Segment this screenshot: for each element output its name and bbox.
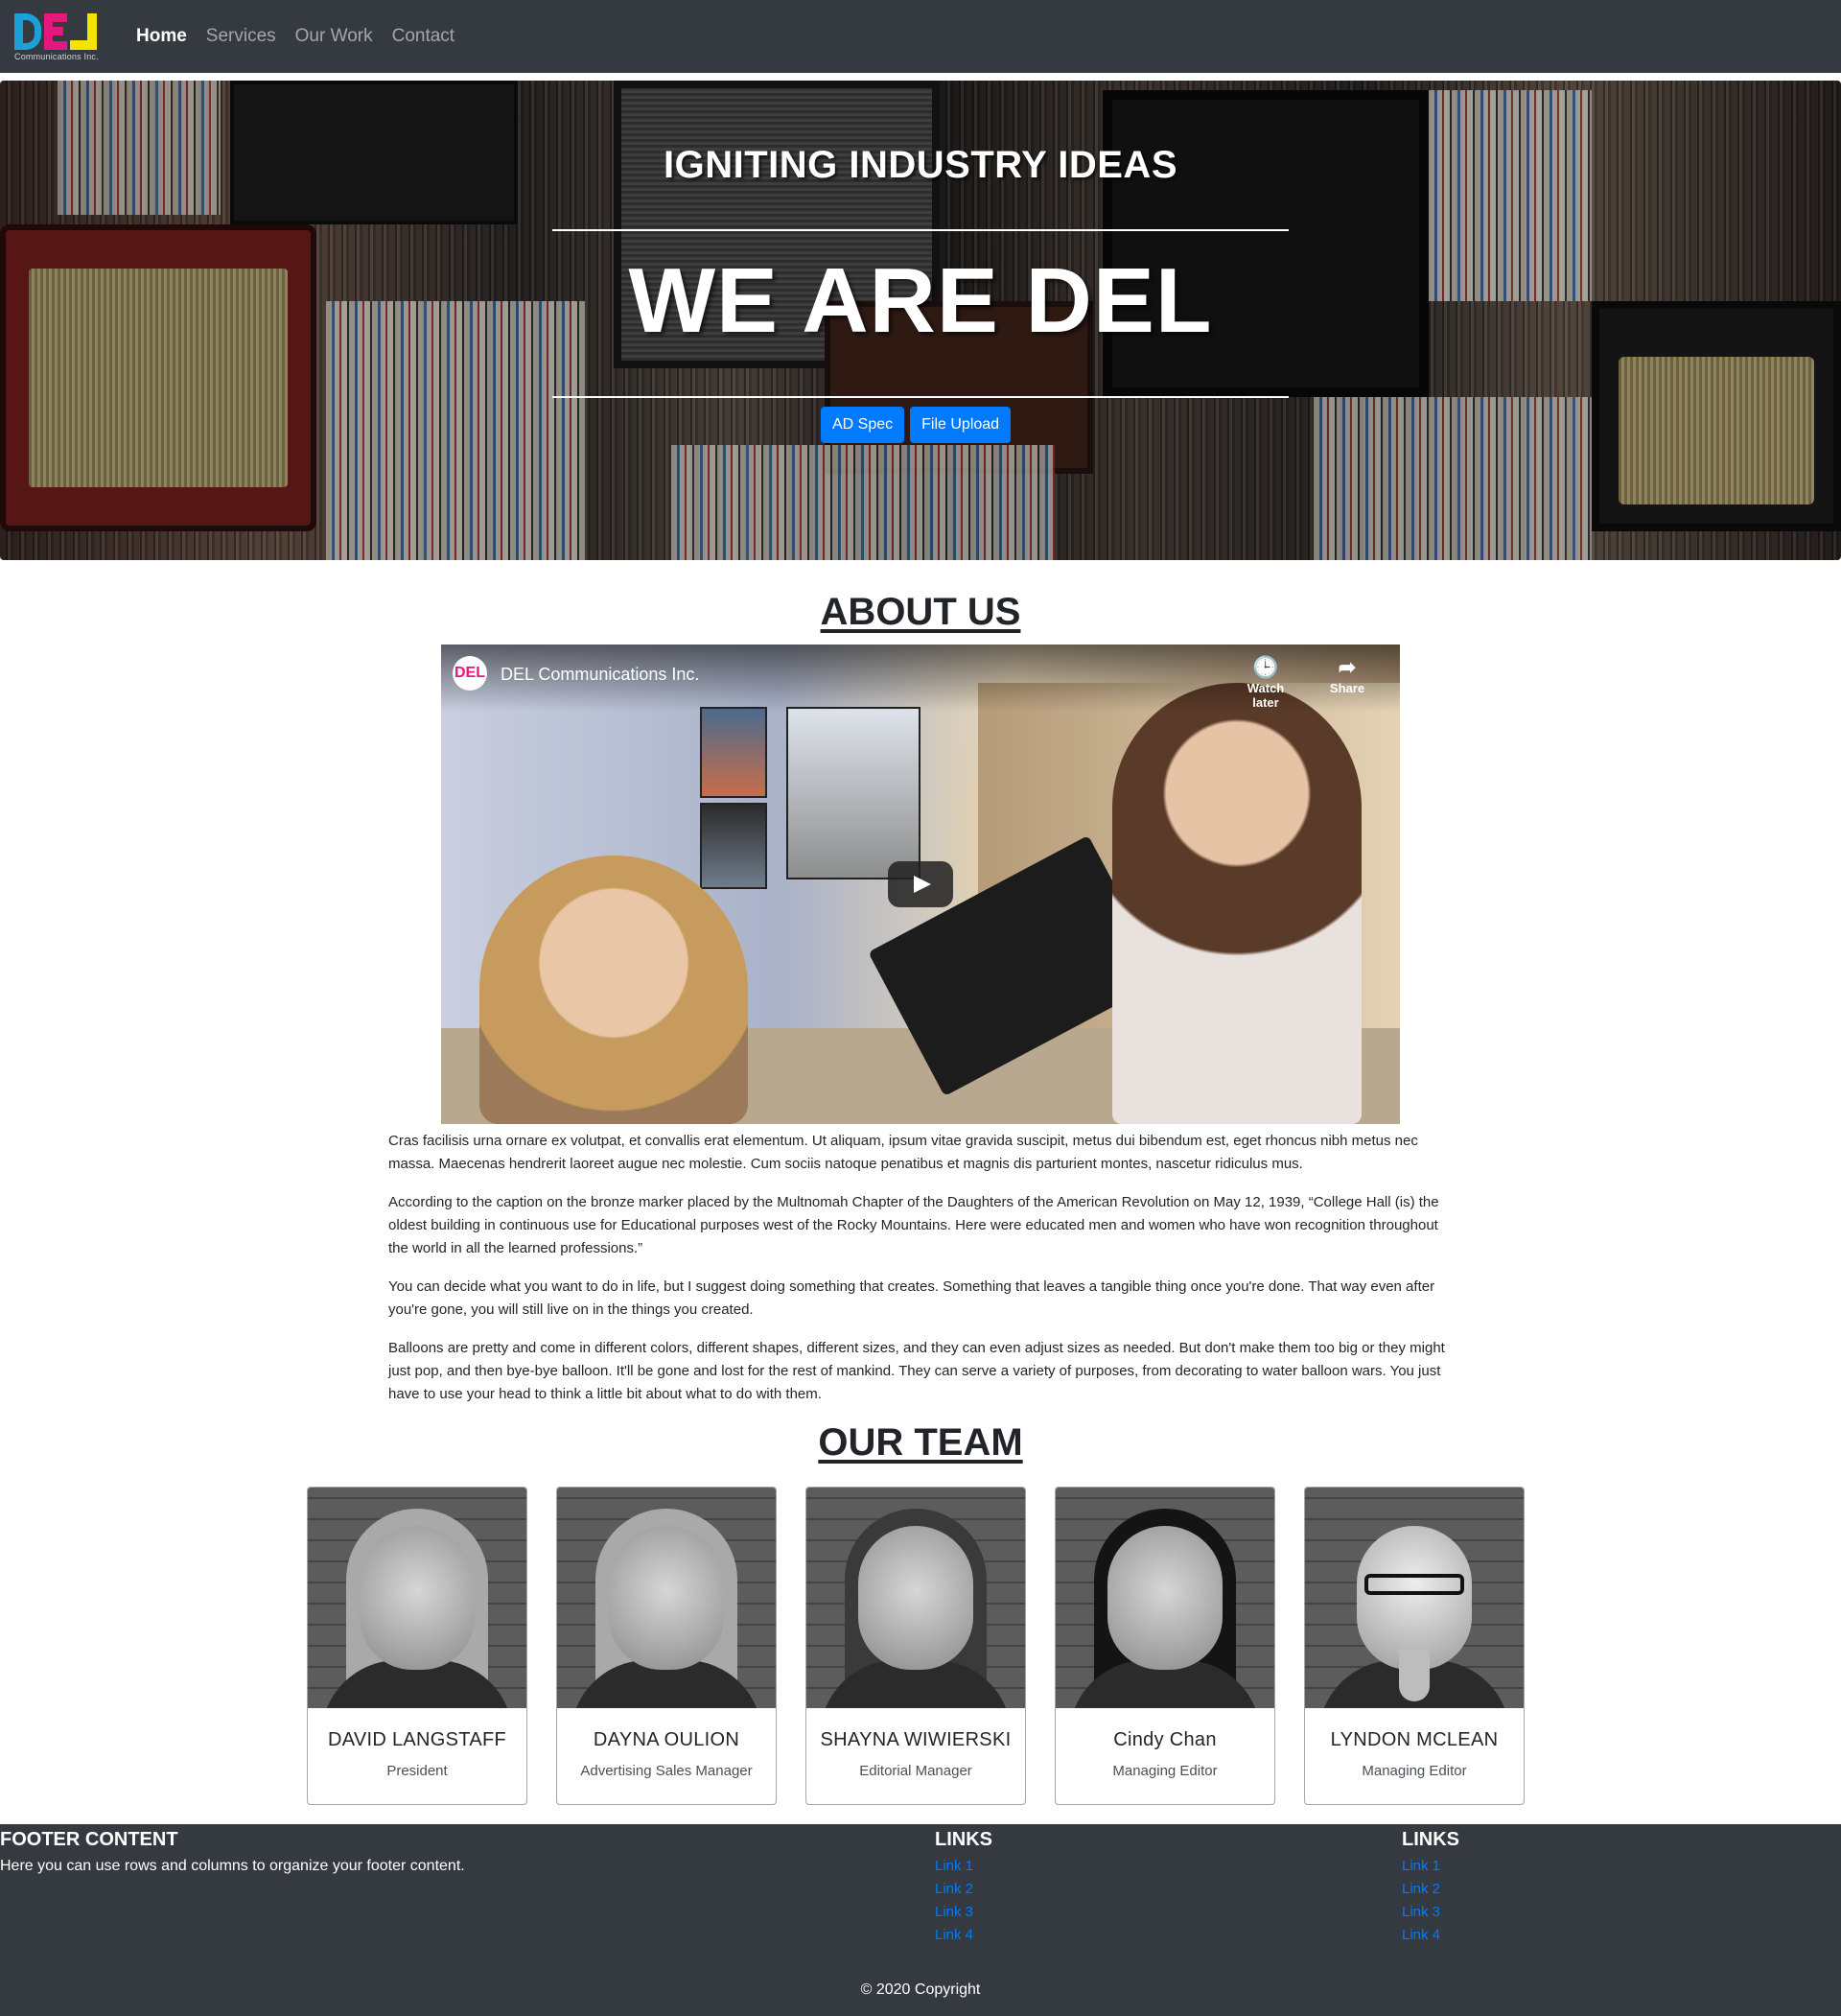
share-icon: ➦ <box>1338 655 1357 679</box>
footer-link[interactable]: Link 4 <box>1402 1924 1459 1947</box>
logo-letter-d <box>14 13 41 50</box>
team-cards: DAVID LANGSTAFF President DAYNA OULION A… <box>307 1487 1525 1805</box>
team-member-role: Advertising Sales Manager <box>580 1763 753 1779</box>
play-icon[interactable] <box>888 861 953 907</box>
team-card: LYNDON MCLEAN Managing Editor <box>1304 1487 1525 1805</box>
hero-title: WE ARE DEL <box>628 249 1213 352</box>
footer-link[interactable]: Link 1 <box>1402 1855 1459 1878</box>
footer-links-column: LINKS Link 1 Link 2 Link 3 Link 4 <box>935 1824 992 1947</box>
video-title[interactable]: DEL Communications Inc. <box>501 665 699 685</box>
team-member-name: SHAYNA WIWIERSKI <box>820 1729 1012 1750</box>
copyright-text: © 2020 Copyright <box>860 1981 981 1998</box>
nav-services[interactable]: Services <box>206 26 276 47</box>
footer-heading: FOOTER CONTENT <box>0 1829 178 1850</box>
page-footer: FOOTER CONTENT Here you can use rows and… <box>0 1824 1841 2016</box>
about-heading: ABOUT US <box>820 591 1021 633</box>
video-frame-poster <box>700 803 767 889</box>
footer-link[interactable]: Link 1 <box>935 1855 992 1878</box>
team-member-role: Editorial Manager <box>859 1763 972 1779</box>
team-member-photo <box>1056 1488 1274 1708</box>
nav-home[interactable]: Home <box>136 26 187 47</box>
about-body: Cras facilisis urna ornare ex volutpat, … <box>388 1130 1453 1421</box>
about-paragraph: Cras facilisis urna ornare ex volutpat, … <box>388 1133 1418 1172</box>
clock-icon: 🕒 <box>1252 655 1279 679</box>
channel-avatar[interactable]: DEL <box>453 656 487 691</box>
share-label: Share <box>1329 681 1365 695</box>
team-card: DAYNA OULION Advertising Sales Manager <box>556 1487 777 1805</box>
team-member-role: Managing Editor <box>1362 1763 1467 1779</box>
team-member-photo <box>557 1488 776 1708</box>
navbar: Communications Inc. Home Services Our Wo… <box>0 0 1841 73</box>
ad-spec-button[interactable]: AD Spec <box>821 407 905 443</box>
watch-later-label: Watch later <box>1247 681 1285 710</box>
hero-tagline: IGNITING INDUSTRY IDEAS <box>664 144 1177 186</box>
footer-links-heading: LINKS <box>1402 1829 1459 1850</box>
footer-link[interactable]: Link 3 <box>935 1901 992 1924</box>
video-frame-person <box>479 856 748 1124</box>
footer-about: FOOTER CONTENT Here you can use rows and… <box>0 1824 465 1878</box>
logo-letter-l <box>70 13 97 50</box>
team-member-role: President <box>386 1763 448 1779</box>
hero-banner: IGNITING INDUSTRY IDEAS WE ARE DEL AD Sp… <box>0 81 1841 560</box>
hero-divider <box>552 396 1289 398</box>
team-member-name: LYNDON MCLEAN <box>1330 1729 1499 1750</box>
footer-text: Here you can use rows and columns to org… <box>0 1858 465 1874</box>
hero-buttons: AD Spec File Upload <box>821 407 1012 443</box>
footer-links-heading: LINKS <box>935 1829 992 1850</box>
team-heading: OUR TEAM <box>818 1421 1023 1464</box>
team-member-photo <box>308 1488 526 1708</box>
file-upload-button[interactable]: File Upload <box>910 407 1012 443</box>
team-member-name: DAVID LANGSTAFF <box>327 1729 506 1750</box>
team-member-role: Managing Editor <box>1112 1763 1218 1779</box>
team-card: DAVID LANGSTAFF President <box>307 1487 527 1805</box>
team-member-photo <box>806 1488 1025 1708</box>
logo-subtitle: Communications Inc. <box>14 52 99 61</box>
video-frame-person <box>1112 683 1362 1124</box>
footer-link[interactable]: Link 4 <box>935 1924 992 1947</box>
video-frame-poster <box>786 707 920 879</box>
team-card: Cindy Chan Managing Editor <box>1055 1487 1275 1805</box>
footer-links-column: LINKS Link 1 Link 2 Link 3 Link 4 <box>1402 1824 1459 1947</box>
footer-link[interactable]: Link 2 <box>935 1878 992 1901</box>
team-card: SHAYNA WIWIERSKI Editorial Manager <box>805 1487 1026 1805</box>
footer-link[interactable]: Link 2 <box>1402 1878 1459 1901</box>
logo-letter-e <box>44 13 67 50</box>
nav-our-work[interactable]: Our Work <box>295 26 373 47</box>
share-button[interactable]: ➦ Share <box>1318 655 1376 696</box>
footer-link[interactable]: Link 3 <box>1402 1901 1459 1924</box>
video-frame-poster <box>700 707 767 798</box>
about-paragraph: Balloons are pretty and come in differen… <box>388 1340 1445 1402</box>
main-nav: Home Services Our Work Contact <box>136 0 454 73</box>
hero-divider <box>552 229 1289 231</box>
logo-mark <box>14 13 110 50</box>
team-member-name: DAYNA OULION <box>593 1729 740 1750</box>
about-paragraph: You can decide what you want to do in li… <box>388 1278 1435 1318</box>
del-logo[interactable]: Communications Inc. <box>14 13 110 61</box>
team-member-name: Cindy Chan <box>1113 1729 1217 1750</box>
nav-contact[interactable]: Contact <box>392 26 454 47</box>
watch-later-button[interactable]: 🕒 Watch later <box>1237 655 1294 711</box>
video-player[interactable]: DEL DEL Communications Inc. 🕒 Watch late… <box>441 645 1400 1124</box>
team-member-photo <box>1305 1488 1524 1708</box>
about-paragraph: According to the caption on the bronze m… <box>388 1194 1439 1256</box>
